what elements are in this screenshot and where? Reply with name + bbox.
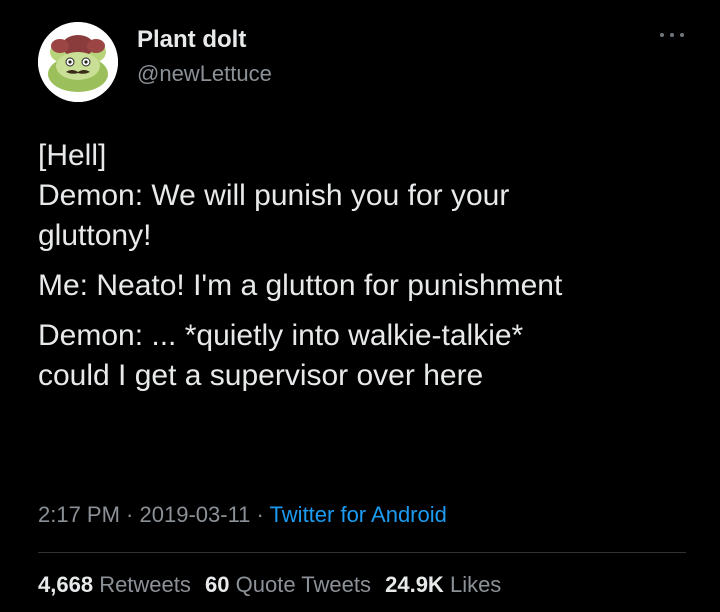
handle[interactable]: @newLettuce (137, 60, 272, 88)
tweet: Plant dolt @newLettuce [Hell] Demon: We … (0, 0, 720, 612)
tweet-time[interactable]: 2:17 PM (38, 502, 120, 527)
separator: · (250, 502, 270, 527)
more-options-icon[interactable] (660, 30, 684, 40)
avatar[interactable] (38, 22, 118, 102)
quotes-label: Quote Tweets (235, 572, 371, 597)
divider (38, 552, 686, 553)
likes-label: Likes (449, 572, 502, 597)
tweet-source-link[interactable]: Twitter for Android (270, 502, 447, 527)
author-names: Plant dolt @newLettuce (137, 26, 272, 88)
tweet-date[interactable]: 2019-03-11 (140, 502, 251, 527)
retweets-stat[interactable]: 4,668 Retweets (38, 572, 191, 597)
tweet-line: Demon: We will punish you for your (38, 179, 510, 212)
tweet-line: could I get a supervisor over here (38, 359, 484, 392)
tweet-line: [Hell] (38, 139, 107, 172)
quotes-stat[interactable]: 60 Quote Tweets (205, 572, 371, 597)
tweet-header: Plant dolt @newLettuce (38, 22, 688, 102)
quotes-count: 60 (205, 572, 230, 597)
separator: · (119, 502, 140, 527)
likes-stat[interactable]: 24.9K Likes (385, 572, 501, 597)
display-name[interactable]: Plant dolt (137, 26, 272, 54)
dot (670, 33, 674, 37)
retweets-label: Retweets (99, 572, 191, 597)
retweets-count: 4,668 (38, 572, 94, 597)
tweet-line: gluttony! (38, 219, 152, 252)
tweet-stats: 4,668 Retweets 60 Quote Tweets 24.9K Lik… (38, 570, 509, 600)
tweet-text: [Hell] Demon: We will punish you for you… (38, 136, 698, 396)
dot (680, 33, 684, 37)
tweet-line: Demon: ... *quietly into walkie-talkie* (38, 319, 524, 352)
likes-count: 24.9K (385, 572, 444, 597)
tweet-meta: 2:17 PM · 2019-03-11 · Twitter for Andro… (38, 500, 447, 530)
tweet-line: Me: Neato! I'm a glutton for punishment (38, 269, 563, 302)
dot (660, 33, 664, 37)
lettuce-avatar-icon (38, 22, 118, 102)
